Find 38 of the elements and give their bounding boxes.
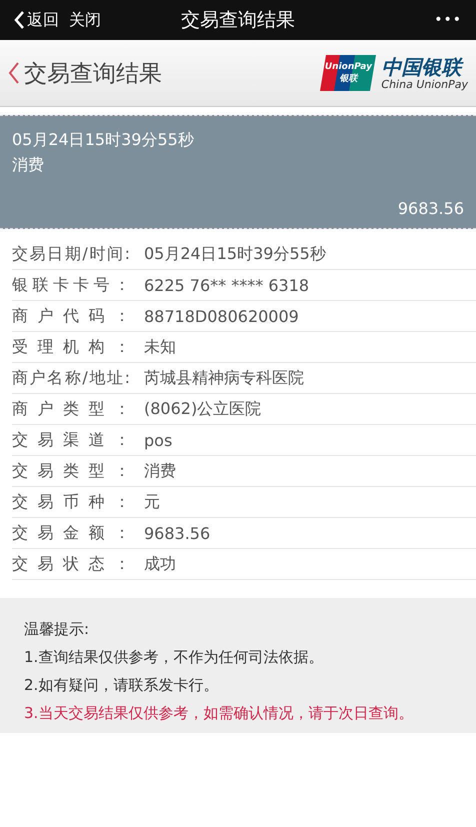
window-title: 交易查询结果 [181, 9, 295, 31]
detail-label: 交易渠道： [12, 430, 130, 450]
notice-text: 1.查询结果仅供参考，不作为任何司法依据。 [24, 648, 324, 667]
notice-text: 3.当天交易结果仅供参考，如需确认情况，请于次日查询。 [24, 704, 414, 723]
detail-value: 88718D080620009 [144, 306, 299, 326]
back-chevron-icon [14, 11, 25, 29]
detail-value: pos [144, 430, 172, 450]
detail-label: 交易金额： [12, 522, 130, 544]
logo-text: 中国银联 [381, 56, 462, 78]
more-button[interactable]: ••• [434, 12, 462, 28]
detail-label: 交易币种： [12, 492, 130, 512]
summary-type: 消费 [12, 155, 45, 176]
back-button[interactable]: 返回 [14, 10, 59, 30]
detail-label: 交易日期/时间: [12, 244, 130, 264]
detail-value: 消费 [144, 460, 176, 482]
detail-value: 元 [144, 492, 160, 512]
detail-value: 成功 [144, 554, 176, 574]
detail-label: 受理机构： [12, 336, 130, 358]
detail-label: 银联卡卡号： [12, 274, 130, 296]
detail-label: 商户代码： [12, 306, 130, 326]
detail-value: 6225 76** **** 6318 [144, 276, 310, 294]
summary-datetime: 05月24日15时39分55秒 [12, 130, 195, 151]
detail-value: (8062)公立医院 [144, 398, 262, 420]
detail-label: 交易类型： [12, 460, 130, 482]
notice-title: 温馨提示: [24, 620, 90, 639]
summary-amount: 9683.56 [398, 199, 464, 218]
close-link[interactable]: 关闭 [69, 10, 101, 30]
detail-value: 未知 [144, 336, 176, 358]
detail-value: 芮城县精神病专科医院 [144, 368, 304, 388]
detail-label: 商户类型： [12, 398, 130, 420]
back-chevron-icon[interactable] [8, 62, 20, 84]
page-title: 交易查询结果 [24, 60, 162, 88]
detail-value: 9683.56 [144, 524, 210, 542]
notice-text: 2.如有疑问，请联系发卡行。 [24, 676, 220, 695]
detail-value: 05月24日15时39分55秒 [144, 244, 326, 264]
detail-label: 商户名称/地址: [12, 368, 130, 388]
detail-label: 交易状态： [12, 554, 130, 574]
logo-subtitle: China UnionPay [381, 78, 468, 90]
